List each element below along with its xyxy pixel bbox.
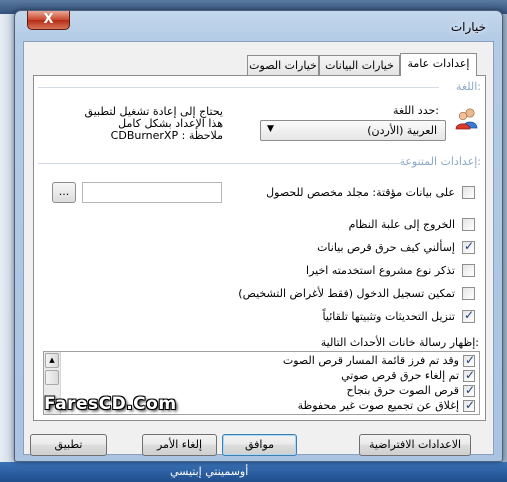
messages-label: إظهار رسالة خانات الأحداث التالية: [320,336,479,349]
watermark-logo: FaresCD.Com [44,394,177,414]
defaults-button[interactable]: الاعدادات الافتراضية [359,434,471,456]
minimize-to-tray-label: الخروج إلى علبة النظام [348,218,455,231]
close-button[interactable]: X [27,11,70,30]
list-item-checkbox[interactable]: ✓ [463,353,475,367]
list-item[interactable]: إغلاق عن تجميع صوت غير محفوظة ✓ [297,398,475,413]
scroll-up-icon[interactable]: ▲ [45,353,59,368]
users-icon [455,106,479,130]
background-window-left [0,14,14,462]
close-icon: X [43,12,54,27]
list-item-label: إغلاق عن تجميع صوت غير محفوظة [297,399,459,412]
window-title: خيارات [450,20,486,34]
tab-panel-general: اللغة: حدد اللغة: ▼ العربية (الأردن) يحت… [33,75,486,421]
list-item[interactable]: قرص الصوت حرق بنجاح ✓ [346,383,475,398]
list-item-label: تم إلغاء حرق قرص صوتي [341,369,459,382]
tab-audio-options[interactable]: خيارات الصوت [247,55,319,76]
section-divider [38,87,439,88]
language-label: حدد اللغة: [393,104,439,117]
ask-burn-data-checkbox[interactable]: ✓ [462,239,475,254]
background-text: أوسمينتي إبتيسي [170,465,249,478]
enable-logging-label: (تمكين تسجيل الدخول (فقط لأغراض التشخيص [238,287,455,300]
list-item-checkbox[interactable]: ✓ [463,398,475,412]
section-divider [38,163,405,164]
auto-update-checkbox[interactable]: ✓ [462,308,475,323]
section-title-language: اللغة: [456,80,481,93]
ask-burn-data-label: إسألني كيف حرق قرص بيانات [317,241,455,254]
language-select[interactable]: ▼ العربية (الأردن) [260,120,446,141]
list-item-checkbox[interactable]: ✓ [463,368,475,382]
auto-update-label: تنزيل التحديثات وتثبيتها تلقائياً [322,310,455,323]
list-item-label: وقد تم فرز قائمة المسار قرص الصوت [282,354,459,367]
language-note-line3: CDBurnerXP : ملاحظة [110,129,223,142]
scroll-thumb[interactable] [45,370,59,385]
section-title-misc: إعدادات المتنوعة: [399,155,481,168]
enable-logging-checkbox[interactable]: ✓ [462,287,475,300]
remember-project-type-label: تذكر نوع مشروع استخدمته اخيرا [306,264,455,277]
browse-button[interactable]: ... [52,182,76,203]
cancel-button[interactable]: إلغاء الأمر [142,434,217,456]
chevron-down-icon: ▼ [267,124,274,134]
apply-button[interactable]: تطبيق [30,434,107,456]
remember-project-type-checkbox[interactable]: ✓ [462,264,475,277]
background-taskbar: أوسمينتي إبتيسي [0,462,507,482]
tab-general-settings[interactable]: إعدادات عامة [400,53,477,76]
list-item-checkbox[interactable]: ✓ [463,383,475,397]
minimize-to-tray-checkbox[interactable]: ✓ [462,218,475,231]
tab-data-options[interactable]: خيارات البيانات [319,55,400,76]
temp-folder-checkbox[interactable]: ✓ [462,186,475,199]
list-item[interactable]: تم إلغاء حرق قرص صوتي ✓ [341,368,475,383]
ok-button[interactable]: موافق [222,434,297,456]
temp-folder-input[interactable] [82,182,222,203]
temp-folder-label: على بيانات مؤقتة: مجلد مخصص للحصول [266,186,455,199]
language-select-value: العربية (الأردن) [367,124,437,137]
list-item-label: قرص الصوت حرق بنجاح [346,384,459,397]
dialog-client-area: إعدادات عامة خيارات البيانات خيارات الصو… [23,41,494,456]
list-item[interactable]: وقد تم فرز قائمة المسار قرص الصوت ✓ [282,353,475,368]
